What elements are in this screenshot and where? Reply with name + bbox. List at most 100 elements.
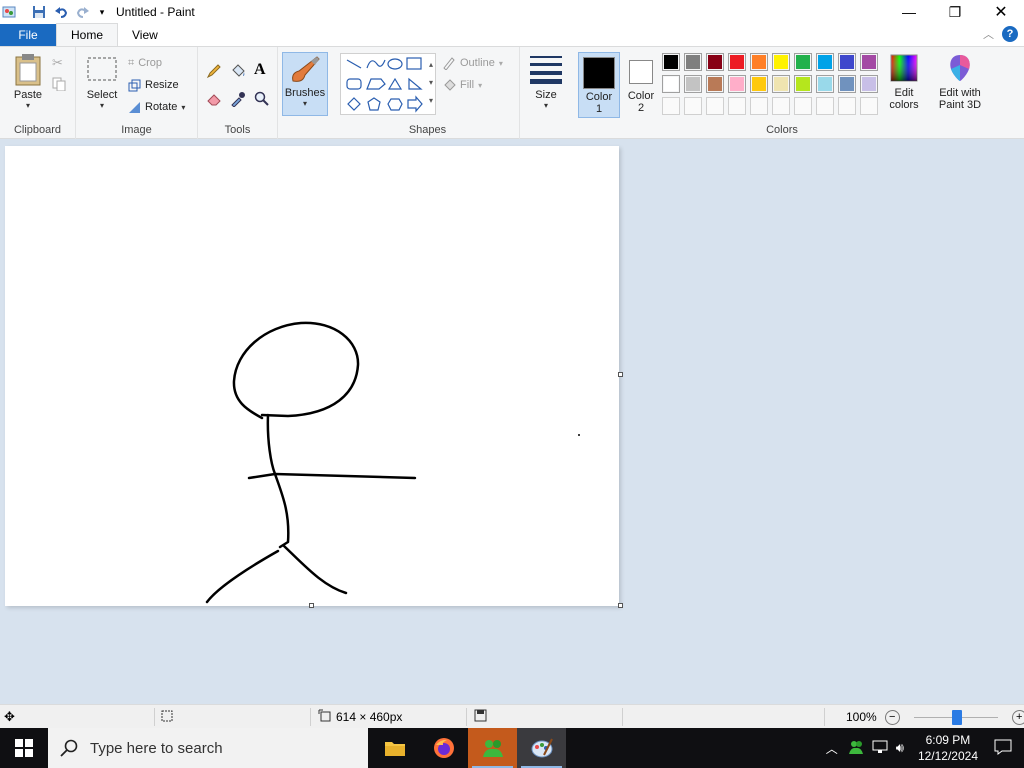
help-icon[interactable]: ? — [1002, 26, 1018, 42]
copy-icon[interactable] — [52, 77, 66, 94]
minimize-button[interactable]: — — [886, 0, 932, 24]
custom-color-slot[interactable] — [794, 97, 812, 115]
tab-home[interactable]: Home — [56, 23, 119, 46]
color-swatch[interactable] — [816, 53, 834, 71]
color-swatch[interactable] — [860, 53, 878, 71]
resize-handle-right[interactable] — [618, 372, 623, 377]
color-swatch[interactable] — [794, 75, 812, 93]
color-swatch[interactable] — [772, 75, 790, 93]
collapse-ribbon-icon[interactable]: ︿ — [983, 26, 994, 42]
undo-icon[interactable] — [50, 0, 72, 24]
paint-app-icon[interactable] — [0, 0, 20, 24]
color-swatch[interactable] — [794, 53, 812, 71]
fill-bucket-icon[interactable] — [230, 63, 246, 82]
zoom-slider[interactable] — [913, 709, 998, 725]
cut-icon[interactable]: ✂ — [52, 55, 63, 71]
color-swatch[interactable] — [772, 53, 790, 71]
customize-dropdown-icon[interactable]: ▾ — [94, 0, 110, 24]
rotate-button[interactable]: Rotate ▾ — [128, 98, 185, 116]
save-icon[interactable] — [28, 0, 50, 24]
file-explorer-app[interactable] — [370, 728, 419, 768]
color-swatch[interactable] — [662, 75, 680, 93]
tab-file[interactable]: File — [0, 24, 56, 46]
color-swatch[interactable] — [728, 75, 746, 93]
crop-button[interactable]: ⌗ Crop — [128, 54, 162, 72]
paste-icon — [15, 54, 41, 86]
custom-color-slot[interactable] — [860, 97, 878, 115]
custom-color-slot[interactable] — [728, 97, 746, 115]
fill-button[interactable]: Fill ▾ — [442, 76, 482, 94]
canvas-size: 614 × 460px — [318, 705, 402, 729]
zoom-out-icon[interactable]: − — [884, 709, 900, 725]
shapes-group: ▴ ▾ ▾ Outline ▾ Fill ▾ Shapes — [336, 47, 520, 139]
people-tray-icon[interactable] — [844, 739, 868, 758]
edit-paint3d-button[interactable]: Edit with Paint 3D — [932, 53, 988, 111]
color-swatch[interactable] — [750, 53, 768, 71]
firefox-app[interactable] — [419, 728, 468, 768]
resize-button[interactable]: Resize — [128, 76, 179, 94]
paste-button[interactable]: Paste ▾ — [8, 53, 48, 110]
color-swatch[interactable] — [662, 53, 680, 71]
clock[interactable]: 6:09 PM 12/12/2024 — [908, 732, 988, 764]
volume-icon[interactable]: 🔊︎ — [892, 740, 908, 756]
color-picker-icon[interactable] — [230, 91, 246, 110]
color-swatch[interactable] — [860, 75, 878, 93]
resize-handle-bottom[interactable] — [309, 603, 314, 608]
zoom-in-icon[interactable]: + — [1011, 709, 1024, 725]
swatch-fill — [862, 77, 876, 91]
disk-icon — [474, 709, 487, 725]
color-swatch[interactable] — [706, 75, 724, 93]
maximize-button[interactable]: ❐ — [932, 0, 978, 24]
select-button[interactable]: Select ▾ — [82, 55, 122, 110]
canvas-workspace — [0, 140, 1024, 704]
tab-view[interactable]: View — [118, 24, 172, 46]
color-swatch[interactable] — [706, 53, 724, 71]
color-swatch[interactable] — [816, 75, 834, 93]
custom-color-slot[interactable] — [750, 97, 768, 115]
custom-color-slot[interactable] — [662, 97, 680, 115]
custom-color-slot[interactable] — [684, 97, 702, 115]
outline-button[interactable]: Outline ▾ — [442, 54, 503, 72]
fill-icon — [444, 79, 456, 91]
paint-app[interactable] — [517, 728, 566, 768]
eraser-icon[interactable] — [206, 91, 222, 110]
swatch-fill — [730, 55, 744, 69]
edit-colors-button[interactable]: Edit colors — [884, 53, 924, 111]
color-swatch[interactable] — [728, 53, 746, 71]
drawing-canvas[interactable] — [5, 146, 619, 606]
color-swatch[interactable] — [684, 75, 702, 93]
color-wheel-icon — [890, 54, 918, 82]
swatch-fill — [686, 55, 700, 69]
shapes-scroll-icon[interactable]: ▴ ▾ ▾ — [429, 56, 433, 110]
start-button[interactable] — [0, 728, 48, 768]
custom-color-slot[interactable] — [706, 97, 724, 115]
color-swatch[interactable] — [838, 53, 856, 71]
text-icon[interactable]: A — [254, 61, 266, 79]
swatch-fill — [818, 55, 832, 69]
custom-color-slot[interactable] — [816, 97, 834, 115]
color-swatch[interactable] — [750, 75, 768, 93]
paint-palette-icon — [531, 738, 553, 758]
custom-color-slot[interactable] — [772, 97, 790, 115]
image-group-label: Image — [121, 124, 152, 136]
swatch-fill — [774, 77, 788, 91]
notifications-icon[interactable] — [988, 739, 1024, 758]
resize-handle-corner[interactable] — [618, 603, 623, 608]
custom-color-slot[interactable] — [838, 97, 856, 115]
brushes-button[interactable]: Brushes ▾ — [282, 52, 328, 116]
redo-icon[interactable] — [72, 0, 94, 24]
color-swatch[interactable] — [684, 53, 702, 71]
magnifier-icon[interactable] — [254, 91, 270, 110]
zoom-slider-thumb[interactable] — [951, 709, 962, 725]
search-box[interactable]: Type here to search — [48, 728, 368, 768]
outline-icon — [443, 57, 455, 70]
people-icon — [482, 740, 503, 757]
pencil-icon[interactable] — [206, 63, 222, 82]
swatch-fill — [796, 55, 810, 69]
swatch-fill — [686, 77, 700, 91]
close-button[interactable]: ✕ — [978, 0, 1024, 24]
network-icon[interactable] — [868, 740, 892, 757]
show-hidden-icons-icon[interactable]: ︿ — [820, 740, 844, 757]
color-swatch[interactable] — [838, 75, 856, 93]
green-app[interactable] — [468, 728, 517, 768]
